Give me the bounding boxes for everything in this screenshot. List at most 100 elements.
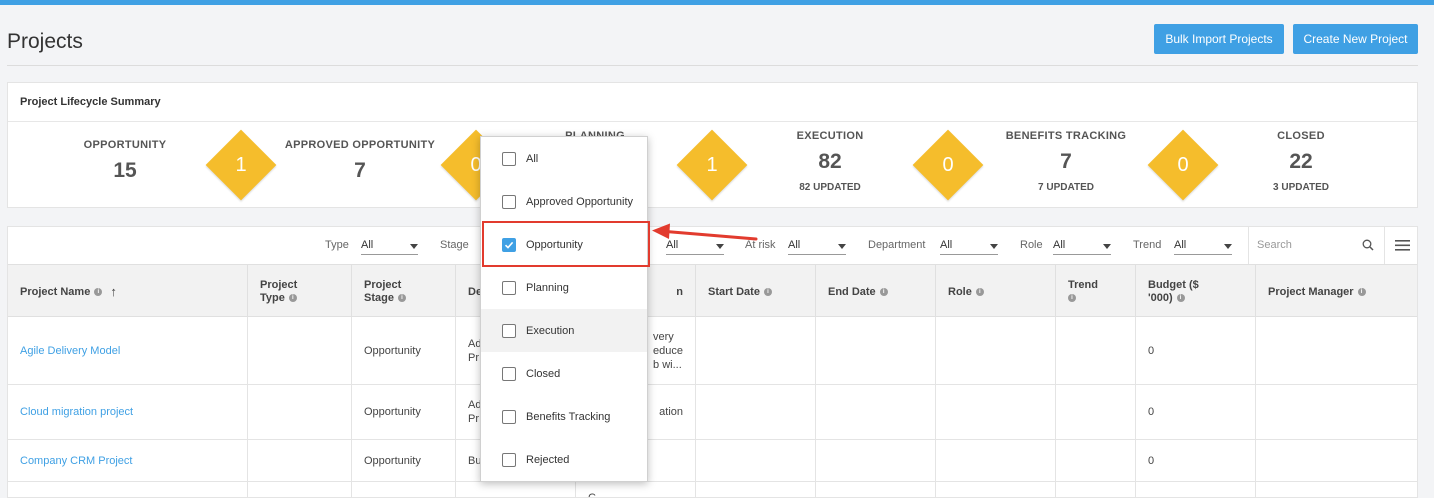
cell-description: C: [576, 482, 696, 497]
stage-execution[interactable]: EXECUTION 82 82 UPDATED: [745, 130, 915, 193]
col-project-manager[interactable]: Project Manager i: [1256, 265, 1417, 318]
filter-role-select[interactable]: All: [1053, 235, 1111, 255]
column-label: Role: [948, 285, 972, 298]
column-label-line: Project: [364, 278, 402, 291]
cell-project-type: [248, 385, 352, 439]
checkbox[interactable]: [502, 151, 516, 166]
column-menu-icon[interactable]: [1384, 227, 1417, 264]
info-icon: i: [94, 287, 103, 296]
checkbox[interactable]: [502, 194, 516, 209]
project-link[interactable]: Company CRM Project: [20, 455, 132, 467]
cell-start-date: [696, 482, 816, 497]
cell-role: [936, 385, 1056, 439]
col-start-date[interactable]: Start Date i: [696, 265, 816, 318]
filter-stage-label: Stage: [440, 239, 469, 251]
cell-trend: [1056, 440, 1136, 481]
cell-project-name[interactable]: Cloud migration project: [8, 385, 248, 439]
option-rejected[interactable]: Rejected: [481, 438, 647, 481]
table-header-row: Project Name i ↑ Project Type i Project Stage…: [8, 264, 1417, 318]
stage-updated: 82 UPDATED: [799, 182, 861, 193]
table-row[interactable]: C: [8, 482, 1417, 497]
filter-value: All: [1053, 239, 1066, 251]
cell-project-name[interactable]: [8, 482, 248, 497]
cell-line: Pr: [468, 351, 479, 364]
cell-trend: [1056, 482, 1136, 497]
option-planning[interactable]: Planning: [481, 266, 647, 309]
project-link[interactable]: Agile Delivery Model: [20, 345, 120, 357]
stage-approved-opportunity[interactable]: APPROVED OPPORTUNITY 7: [275, 139, 445, 183]
stage-opportunity[interactable]: OPPORTUNITY 15: [40, 139, 210, 183]
transition-count: 0: [1177, 154, 1189, 176]
option-closed[interactable]: Closed: [481, 352, 647, 395]
info-icon: i: [1176, 293, 1185, 302]
cell-line: Pr: [468, 413, 479, 425]
table-row[interactable]: Cloud migration project Opportunity Ad Pr…: [8, 385, 1417, 440]
column-label-line: Budget ($: [1148, 278, 1199, 291]
stage-count: 22: [1289, 150, 1313, 173]
filter-trend-select[interactable]: All: [1174, 235, 1232, 255]
top-accent-bar: [0, 0, 1434, 5]
cell-role: [936, 317, 1056, 384]
cell-project-manager: [1256, 385, 1417, 439]
cell-project-name[interactable]: Company CRM Project: [8, 440, 248, 481]
cell-start-date: [696, 317, 816, 384]
table-row[interactable]: Agile Delivery Model Opportunity Ad Pr ve…: [8, 317, 1417, 385]
checkbox[interactable]: [502, 452, 516, 467]
col-project-type[interactable]: Project Type i: [248, 265, 352, 318]
stage-benefits-tracking[interactable]: BENEFITS TRACKING 7 7 UPDATED: [981, 130, 1151, 193]
cell-trend: [1056, 317, 1136, 384]
cell-project-type: [248, 482, 352, 497]
sort-asc-icon[interactable]: ↑: [110, 284, 117, 299]
filter-department-label: Department: [868, 239, 926, 251]
option-label: Closed: [526, 367, 561, 380]
option-execution[interactable]: Execution: [481, 309, 647, 352]
stage-count: 7: [1060, 150, 1072, 173]
option-label: Approved Opportunity: [526, 195, 634, 208]
option-all[interactable]: All: [481, 137, 647, 180]
stage-count: 15: [113, 159, 137, 182]
cell-project-stage: [352, 482, 456, 497]
filter-department-select[interactable]: All: [940, 235, 998, 255]
info-icon: i: [397, 293, 406, 302]
cell-project-name[interactable]: Agile Delivery Model: [8, 317, 248, 384]
stage-label: CLOSED: [1277, 130, 1325, 142]
column-label: End Date: [828, 285, 876, 298]
cell-project-manager: [1256, 317, 1417, 384]
info-icon: i: [763, 287, 772, 296]
cell-project-stage: Opportunity: [352, 385, 456, 439]
stage-closed[interactable]: CLOSED 22 3 UPDATED: [1216, 130, 1386, 193]
header-divider: [7, 65, 1418, 66]
table-row[interactable]: Company CRM Project Opportunity Bu 0: [8, 440, 1417, 482]
bulk-import-button[interactable]: Bulk Import Projects: [1154, 24, 1284, 54]
search-box[interactable]: Search: [1248, 227, 1384, 264]
project-link[interactable]: Cloud migration project: [20, 406, 133, 418]
cell-budget: [1136, 482, 1256, 497]
col-budget[interactable]: Budget ($ '000) i: [1136, 265, 1256, 318]
filter-at-risk-select[interactable]: All: [788, 235, 846, 255]
checkbox[interactable]: [502, 366, 516, 381]
option-benefits-tracking[interactable]: Benefits Tracking: [481, 395, 647, 438]
create-new-project-button[interactable]: Create New Project: [1293, 24, 1418, 54]
col-end-date[interactable]: End Date i: [816, 265, 936, 318]
col-project-name[interactable]: Project Name i ↑: [8, 265, 248, 318]
checkbox[interactable]: [502, 280, 516, 295]
option-approved-opportunity[interactable]: Approved Opportunity: [481, 180, 647, 223]
filter-type-select[interactable]: All: [361, 235, 418, 255]
cell-project-stage: Opportunity: [352, 440, 456, 481]
checkbox[interactable]: [502, 323, 516, 338]
option-label: Execution: [526, 324, 575, 337]
filter-type-label: Type: [325, 239, 349, 251]
projects-table-panel: Type All Stage All At risk All Departmen…: [7, 226, 1418, 498]
column-label: Project Name: [20, 285, 91, 298]
column-label: Trend: [1068, 278, 1098, 291]
col-trend[interactable]: Trend i: [1056, 265, 1136, 318]
column-label-line: Project: [260, 278, 298, 291]
checkbox[interactable]: [502, 409, 516, 424]
col-role[interactable]: Role i: [936, 265, 1056, 318]
cell-department: [456, 482, 576, 497]
highlight-box: [482, 221, 650, 267]
column-label: n: [676, 285, 683, 298]
filter-value: All: [788, 239, 801, 251]
column-label: Project Manager: [1268, 285, 1354, 298]
col-project-stage[interactable]: Project Stage i: [352, 265, 456, 318]
